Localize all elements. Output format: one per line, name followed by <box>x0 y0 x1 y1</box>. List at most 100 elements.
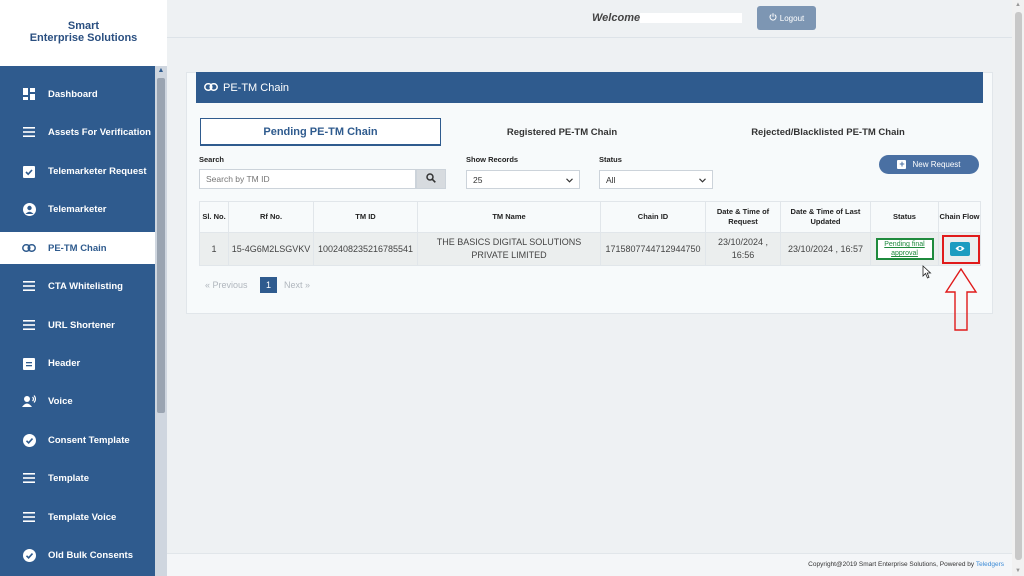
brand-line2: Enterprise Solutions <box>29 32 138 44</box>
sidebar-item-label: Consent Template <box>48 434 130 446</box>
link-icon <box>204 82 218 94</box>
pe-tm-chain-table: Sl. No. Rf No. TM ID TM Name Chain ID Da… <box>199 201 981 266</box>
link-icon <box>22 241 36 255</box>
tab-label: Rejected/Blacklisted PE-TM Chain <box>751 126 905 138</box>
content-panel <box>186 72 993 314</box>
brand-logo: Smart Enterprise Solutions <box>0 0 167 66</box>
search-label: Search <box>199 155 225 164</box>
show-records-label: Show Records <box>466 155 519 164</box>
column-header-status: Status <box>870 201 939 233</box>
sidebar-item-label: URL Shortener <box>48 319 115 331</box>
status-badge[interactable]: Pending final approval <box>875 238 934 260</box>
sidebar-item-label: Assets For Verification <box>48 126 151 138</box>
show-records-select[interactable]: 25 <box>466 170 580 189</box>
column-header-chain-flow: Chain Flow <box>938 201 981 233</box>
sidebar-item-consent-template[interactable]: Consent Template <box>0 425 155 455</box>
tab-rejected-blacklisted-pe-tm-chain[interactable]: Rejected/Blacklisted PE-TM Chain <box>683 118 973 146</box>
column-header-request-time: Date & Time of Request <box>705 201 781 233</box>
sidebar-item-telemarketer[interactable]: Telemarketer <box>0 194 155 224</box>
sidebar-item-label: Template <box>48 472 90 484</box>
sidebar-item-url-shortener[interactable]: URL Shortener <box>0 310 155 340</box>
sidebar-item-template-voice[interactable]: Template Voice <box>0 502 155 532</box>
new-request-button[interactable]: + New Request <box>879 155 979 174</box>
cell-tm-name: THE BASICS DIGITAL SOLUTIONS PRIVATE LIM… <box>417 232 601 266</box>
sidebar-item-header[interactable]: Header <box>0 348 155 378</box>
tab-pending-pe-tm-chain[interactable]: Pending PE-TM Chain <box>200 118 441 146</box>
next-label: Next <box>284 280 303 290</box>
sidebar-item-label: Telemarketer Request <box>48 165 147 177</box>
scroll-down-icon[interactable]: ▼ <box>1012 566 1024 576</box>
column-header-rf-no: Rf No. <box>228 201 314 233</box>
sidebar-item-telemarketer-request[interactable]: Telemarketer Request <box>0 156 155 186</box>
cell-updated-time: 23/10/2024 , 16:57 <box>780 232 871 266</box>
user-circle-icon <box>22 202 36 216</box>
list-icon <box>22 125 36 139</box>
cell-tm-id: 1002408235216785541 <box>313 232 418 266</box>
plus-icon: + <box>897 159 907 169</box>
top-bar <box>167 0 1012 38</box>
footer: Copyright@2019 Smart Enterprise Solution… <box>167 553 1012 576</box>
page-scrollbar-thumb[interactable] <box>1015 12 1022 560</box>
sidebar-item-old-bulk-consents[interactable]: Old Bulk Consents <box>0 540 155 570</box>
sidebar-item-label: Old Bulk Consents <box>48 549 133 561</box>
chevron-down-icon <box>566 175 573 185</box>
sidebar-item-label: PE-TM Chain <box>48 242 107 254</box>
column-header-tm-id: TM ID <box>313 201 418 233</box>
power-icon <box>769 13 777 23</box>
sidebar-item-label: Voice <box>48 395 73 407</box>
status-select[interactable]: All <box>599 170 713 189</box>
pagination-next[interactable]: Next » <box>284 280 310 290</box>
scroll-up-icon[interactable]: ▲ <box>155 66 167 76</box>
cell-chain-id: 1715807744712944750 <box>600 232 706 266</box>
tab-label: Registered PE-TM Chain <box>506 126 618 138</box>
sidebar-item-dashboard[interactable]: Dashboard <box>0 79 155 109</box>
tab-label: Pending PE-TM Chain <box>263 125 378 138</box>
sidebar-item-voice[interactable]: Voice <box>0 386 155 416</box>
panel-header: PE-TM Chain <box>196 72 983 103</box>
logout-label: Logout <box>779 13 805 23</box>
grid-icon <box>22 87 36 101</box>
list-icon <box>22 510 36 524</box>
status-value: All <box>606 174 616 185</box>
tab-registered-pe-tm-chain[interactable]: Registered PE-TM Chain <box>441 118 683 146</box>
scroll-up-icon[interactable]: ▲ <box>1012 0 1024 10</box>
cell-rf-no: 15-4G6M2LSGVKV <box>228 232 314 266</box>
check-circle-icon <box>22 548 36 562</box>
column-header-chain-id: Chain ID <box>600 201 706 233</box>
mouse-cursor-icon <box>922 265 932 279</box>
cell-status: Pending final approval <box>870 232 939 266</box>
list-icon <box>22 471 36 485</box>
welcome-text: Welcome, <box>592 12 644 24</box>
pagination-previous[interactable]: « Previous <box>205 280 248 290</box>
search-input[interactable] <box>199 169 416 189</box>
sidebar-item-label: Telemarketer <box>48 203 107 215</box>
logout-button[interactable]: Logout <box>757 6 816 30</box>
sidebar-nav: Dashboard Assets For Verification Telema… <box>0 66 155 576</box>
column-header-sl-no: Sl. No. <box>199 201 229 233</box>
clipboard-check-icon <box>22 164 36 178</box>
search-icon <box>426 170 436 188</box>
sidebar-item-pe-tm-chain[interactable]: PE-TM Chain <box>0 232 155 264</box>
cell-request-time: 23/10/2024 , 16:56 <box>705 232 781 266</box>
list-icon <box>22 279 36 293</box>
copyright-text: Copyright@2019 Smart Enterprise Solution… <box>808 561 975 568</box>
sidebar-item-label: CTA Whitelisting <box>48 280 123 292</box>
search-button[interactable] <box>416 169 446 189</box>
footer-link[interactable]: Teledgers <box>976 561 1004 568</box>
sidebar-item-template[interactable]: Template <box>0 463 155 493</box>
page-title: PE-TM Chain <box>223 81 290 94</box>
sidebar-item-assets-for-verification[interactable]: Assets For Verification <box>0 117 155 147</box>
new-request-label: New Request <box>912 160 961 169</box>
voice-user-icon <box>22 394 36 408</box>
pagination-current-page[interactable]: 1 <box>260 277 277 293</box>
username-redacted <box>640 13 742 23</box>
brand-line1: Smart <box>67 20 100 32</box>
sidebar-scrollbar-thumb[interactable] <box>157 78 165 413</box>
sidebar-item-cta-whitelisting[interactable]: CTA Whitelisting <box>0 271 155 301</box>
sidebar-item-label: Template Voice <box>48 511 117 523</box>
previous-label: Previous <box>212 280 248 290</box>
table-header-row: Sl. No. Rf No. TM ID TM Name Chain ID Da… <box>199 201 981 233</box>
chevron-down-icon <box>699 175 706 185</box>
sidebar-item-label: Dashboard <box>48 88 98 100</box>
show-records-value: 25 <box>473 174 483 185</box>
